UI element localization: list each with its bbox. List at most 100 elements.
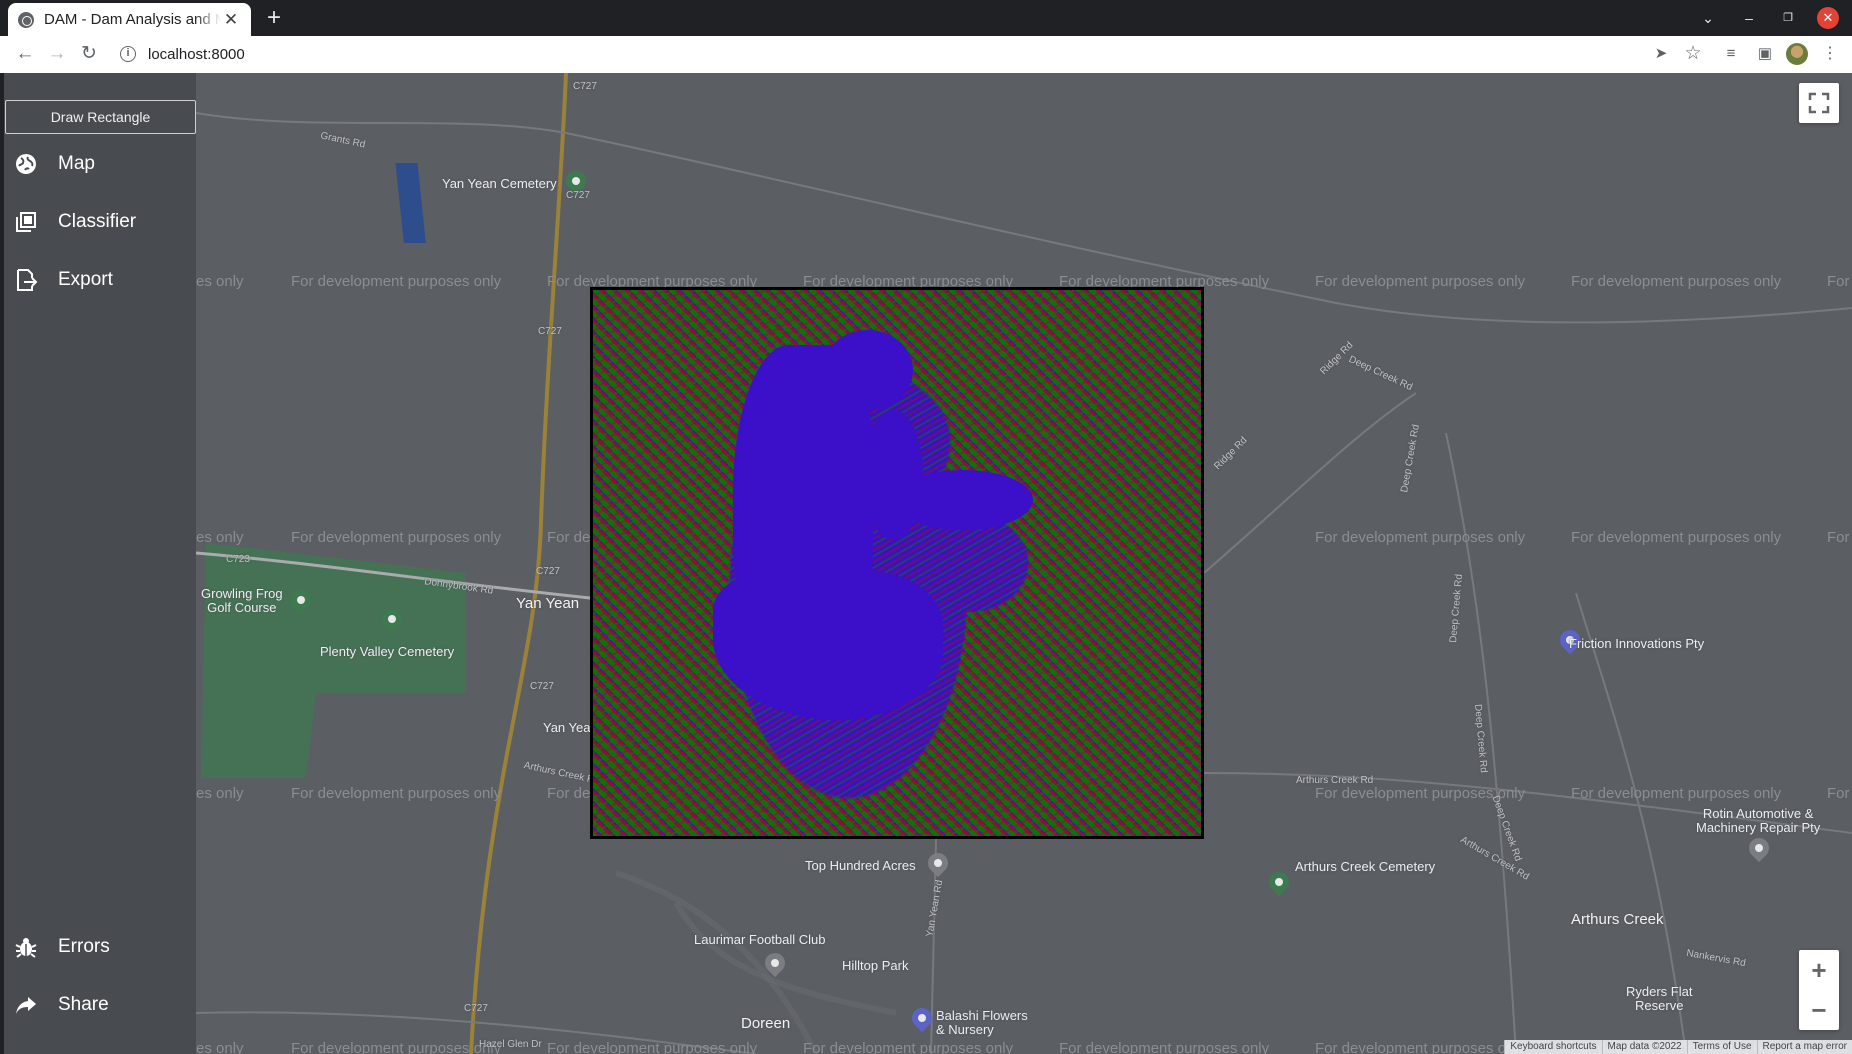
zoom-control: + − — [1799, 950, 1839, 1030]
watermark: For development purposes only — [1315, 529, 1526, 546]
sidebar-item-label: Errors — [58, 936, 110, 957]
watermark-fragment: es only — [196, 273, 244, 290]
watermark: For development purposes only — [291, 1040, 502, 1054]
sidebar-item-map[interactable]: Map — [4, 144, 196, 184]
back-icon[interactable]: ← — [13, 42, 37, 66]
watermark-fragment: es only — [196, 785, 244, 802]
bug-icon — [14, 935, 38, 959]
send-icon[interactable]: ➤ — [1649, 42, 1673, 66]
place-label: Laurimar Football Club — [694, 932, 826, 947]
tab-strip: DAM - Dam Analysis and Management ✕ + ⌄ … — [0, 0, 1852, 36]
profile-avatar[interactable] — [1786, 43, 1808, 65]
info-icon[interactable]: i — [120, 46, 136, 62]
road-label: C727 — [530, 681, 554, 692]
bookmark-star-icon[interactable]: ☆ — [1681, 42, 1705, 66]
watermark-fragment: For — [1827, 785, 1850, 802]
browser-tab[interactable]: DAM - Dam Analysis and Management ✕ — [8, 3, 251, 36]
zoom-in-button[interactable]: + — [1799, 950, 1839, 990]
place-label: Rotin Automotive & Machinery Repair Pty — [1696, 806, 1821, 835]
place-label: Growling Frog Golf Course — [201, 586, 283, 615]
tab-search-icon[interactable]: ⌄ — [1696, 6, 1720, 30]
close-tab-icon[interactable]: ✕ — [221, 10, 241, 30]
watermark-fragment: es only — [196, 529, 244, 546]
watermark: For development purposes only — [291, 785, 502, 802]
place-label: Top Hundred Acres — [805, 858, 916, 873]
place-label: Yan Yean Cemetery — [442, 176, 557, 191]
zoom-out-button[interactable]: − — [1799, 990, 1839, 1030]
road-label: C723 — [226, 554, 250, 565]
road-label: C727 — [464, 1003, 488, 1014]
restore-icon[interactable]: ❐ — [1776, 6, 1800, 30]
watermark-fragment: For — [1827, 529, 1850, 546]
sidebar-item-classifier[interactable]: Classifier — [4, 202, 196, 242]
watermark: For development purposes only — [1571, 273, 1782, 290]
app: Draw Rectangle Map Classifier Export Err… — [0, 73, 1852, 1054]
sidebar-item-label: Classifier — [58, 211, 137, 232]
report-error-link[interactable]: Report a map error — [1756, 1040, 1852, 1054]
place-label: Friction Innovations Pty — [1569, 636, 1705, 651]
watermark: For development purposes only — [291, 529, 502, 546]
minimize-icon[interactable]: – — [1737, 6, 1761, 30]
new-tab-button[interactable]: + — [262, 6, 286, 30]
watermark: For development purposes only — [547, 1040, 758, 1054]
watermark-fragment: For de — [547, 529, 591, 546]
reading-list-icon[interactable]: ≡ — [1719, 42, 1743, 66]
side-panel-icon[interactable]: ▣ — [1753, 42, 1777, 66]
sidebar-item-label: Share — [58, 994, 109, 1015]
watermark: For development purposes only — [803, 1040, 1014, 1054]
road-label: Hazel Glen Dr — [479, 1039, 542, 1050]
watermark: For development purposes only — [1059, 1040, 1270, 1054]
fullscreen-button[interactable] — [1799, 83, 1839, 123]
place-label: Plenty Valley Cemetery — [320, 644, 455, 659]
sidebar-item-label: Map — [58, 153, 95, 174]
place-label: Yan Yean — [516, 595, 580, 612]
share-icon — [14, 993, 38, 1017]
watermark-fragment: For — [1827, 273, 1850, 290]
map-attribution: Keyboard shortcuts Map data ©2022 Terms … — [1504, 1040, 1852, 1054]
browser-toolbar: ← → ↻ i localhost:8000 ➤ ☆ ≡ ▣ ⋮ — [0, 36, 1852, 73]
map-canvas[interactable]: es only For development purposes only Fo… — [196, 73, 1852, 1054]
road-label: C727 — [536, 566, 560, 577]
sidebar-item-export[interactable]: Export — [4, 260, 196, 300]
watermark: For development purposes only — [1315, 273, 1526, 290]
reload-icon[interactable]: ↻ — [77, 42, 101, 66]
sidebar-item-share[interactable]: Share — [4, 985, 196, 1025]
place-label: Arthurs Creek — [1571, 911, 1664, 928]
menu-icon[interactable]: ⋮ — [1818, 42, 1842, 66]
water-body — [863, 410, 923, 540]
sidebar: Draw Rectangle Map Classifier Export Err… — [4, 73, 196, 1054]
watermark: For development purposes only — [291, 273, 502, 290]
sidebar-item-label: Export — [58, 269, 113, 290]
watermark-fragment: es only — [196, 1040, 244, 1054]
forward-icon[interactable]: → — [45, 42, 69, 66]
road-label: C727 — [538, 326, 562, 337]
export-icon — [14, 268, 38, 292]
url-text: localhost:8000 — [148, 45, 245, 63]
watermark-fragment: For de — [547, 785, 591, 802]
road-label: C727 — [573, 81, 597, 92]
globe-icon — [14, 152, 38, 176]
layers-icon — [14, 210, 38, 234]
water-body — [823, 330, 913, 410]
place-label: Doreen — [741, 1015, 791, 1032]
watermark: For development purposes only — [1571, 529, 1782, 546]
watermark: For development purposes only — [1315, 1040, 1526, 1054]
watermark: For development purposes only — [1571, 785, 1782, 802]
draw-rectangle-button[interactable]: Draw Rectangle — [5, 100, 196, 134]
place-label: Hilltop Park — [842, 958, 909, 973]
place-label: Balashi Flowers & Nursery — [936, 1008, 1028, 1037]
place-label: Yan Yea — [543, 720, 591, 735]
terms-link[interactable]: Terms of Use — [1686, 1040, 1757, 1054]
road-label: Arthurs Creek Rd — [1296, 775, 1374, 786]
sidebar-item-errors[interactable]: Errors — [4, 927, 196, 967]
globe-icon — [18, 11, 34, 28]
window-close-icon[interactable]: ✕ — [1817, 7, 1839, 29]
tab-title: DAM - Dam Analysis and Management — [44, 11, 221, 28]
classification-overlay[interactable] — [590, 287, 1204, 839]
map-data-text: Map data ©2022 — [1601, 1040, 1687, 1054]
road-label: C727 — [566, 190, 590, 201]
address-bar[interactable]: i localhost:8000 — [120, 40, 1620, 68]
keyboard-shortcuts-link[interactable]: Keyboard shortcuts — [1504, 1040, 1601, 1054]
place-label: Ryders Flat Reserve — [1626, 984, 1693, 1013]
place-label: Arthurs Creek Cemetery — [1295, 859, 1436, 874]
